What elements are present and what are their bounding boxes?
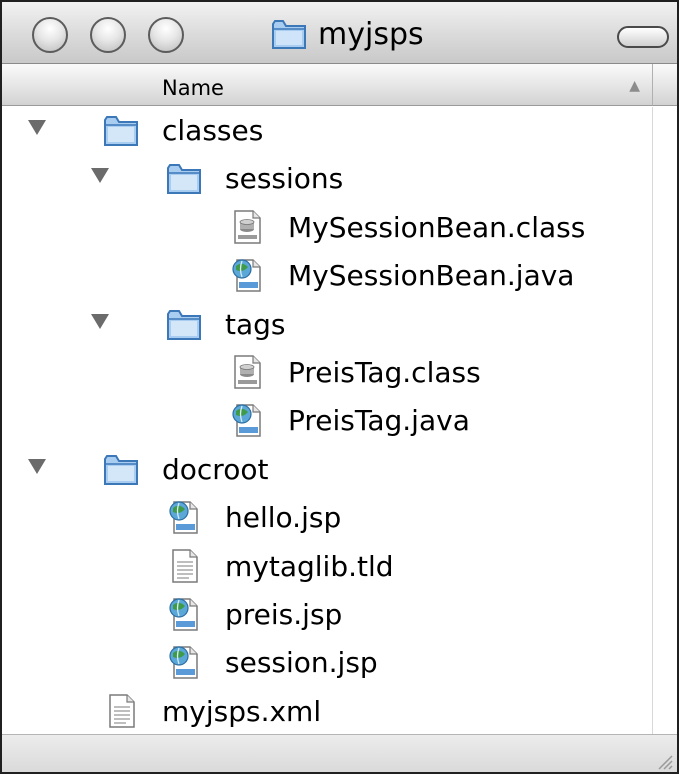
column-header-label: Name (162, 76, 224, 100)
folder-icon (165, 160, 203, 196)
list-item[interactable]: mytaglib.tld (2, 542, 652, 590)
list-item-label: myjsps.xml (162, 695, 322, 728)
list-item-label: MySessionBean.class (288, 211, 586, 244)
zoom-button[interactable] (148, 17, 184, 53)
java-file-icon (228, 257, 266, 293)
java-file-icon (228, 402, 266, 438)
list-item-label: mytaglib.tld (225, 550, 394, 583)
class-file-icon (228, 354, 266, 390)
finder-window: myjsps Name ▲ classes sessions MySessionBe… (0, 0, 679, 774)
list-item[interactable]: MySessionBean.class (2, 203, 652, 251)
list-item-label: preis.jsp (225, 598, 343, 631)
column-header-corner (652, 64, 677, 106)
title-bar[interactable]: myjsps (2, 2, 677, 64)
resize-grip-icon[interactable] (653, 750, 673, 770)
folder-icon (102, 112, 140, 148)
vertical-scrollbar[interactable] (652, 107, 677, 734)
list-item[interactable]: MySessionBean.java (2, 251, 652, 299)
window-title-text: myjsps (318, 16, 424, 52)
list-item-label: tags (225, 308, 286, 341)
java-file-icon (165, 644, 203, 680)
minimize-button[interactable] (90, 17, 126, 53)
folder-icon (272, 20, 306, 49)
disclosure-triangle-icon[interactable] (91, 314, 109, 329)
close-button[interactable] (32, 17, 68, 53)
list-item-label: PreisTag.class (288, 356, 481, 389)
folder-icon (165, 306, 203, 342)
list-item-label: classes (162, 114, 264, 147)
list-item[interactable]: preis.jsp (2, 590, 652, 638)
list-item[interactable]: classes (2, 106, 652, 154)
list-item[interactable]: PreisTag.class (2, 348, 652, 396)
list-item[interactable]: tags (2, 300, 652, 348)
sort-ascending-icon: ▲ (629, 78, 640, 94)
list-item[interactable]: sessions (2, 154, 652, 202)
text-file-icon (165, 548, 203, 584)
list-item-label: hello.jsp (225, 501, 342, 534)
list-item-label: sessions (225, 162, 344, 195)
window-title: myjsps (270, 14, 424, 54)
list-item-label: PreisTag.java (288, 404, 470, 437)
java-file-icon (165, 596, 203, 632)
column-header-name[interactable]: Name ▲ (2, 64, 652, 106)
folder-icon (102, 451, 140, 487)
list-item-label: MySessionBean.java (288, 259, 575, 292)
java-file-icon (165, 499, 203, 535)
list-item[interactable]: hello.jsp (2, 493, 652, 541)
list-item-label: session.jsp (225, 646, 378, 679)
disclosure-triangle-icon[interactable] (91, 168, 109, 183)
disclosure-triangle-icon[interactable] (28, 459, 46, 474)
list-item[interactable]: PreisTag.java (2, 396, 652, 444)
class-file-icon (228, 209, 266, 245)
text-file-icon (102, 693, 140, 729)
list-item[interactable]: myjsps.xml (2, 687, 652, 735)
disclosure-triangle-icon[interactable] (28, 120, 46, 135)
list-item[interactable]: docroot (2, 445, 652, 493)
toolbar-toggle-button[interactable] (617, 26, 669, 48)
status-bar (2, 734, 677, 772)
list-item-label: docroot (162, 453, 269, 486)
list-item[interactable]: session.jsp (2, 638, 652, 686)
